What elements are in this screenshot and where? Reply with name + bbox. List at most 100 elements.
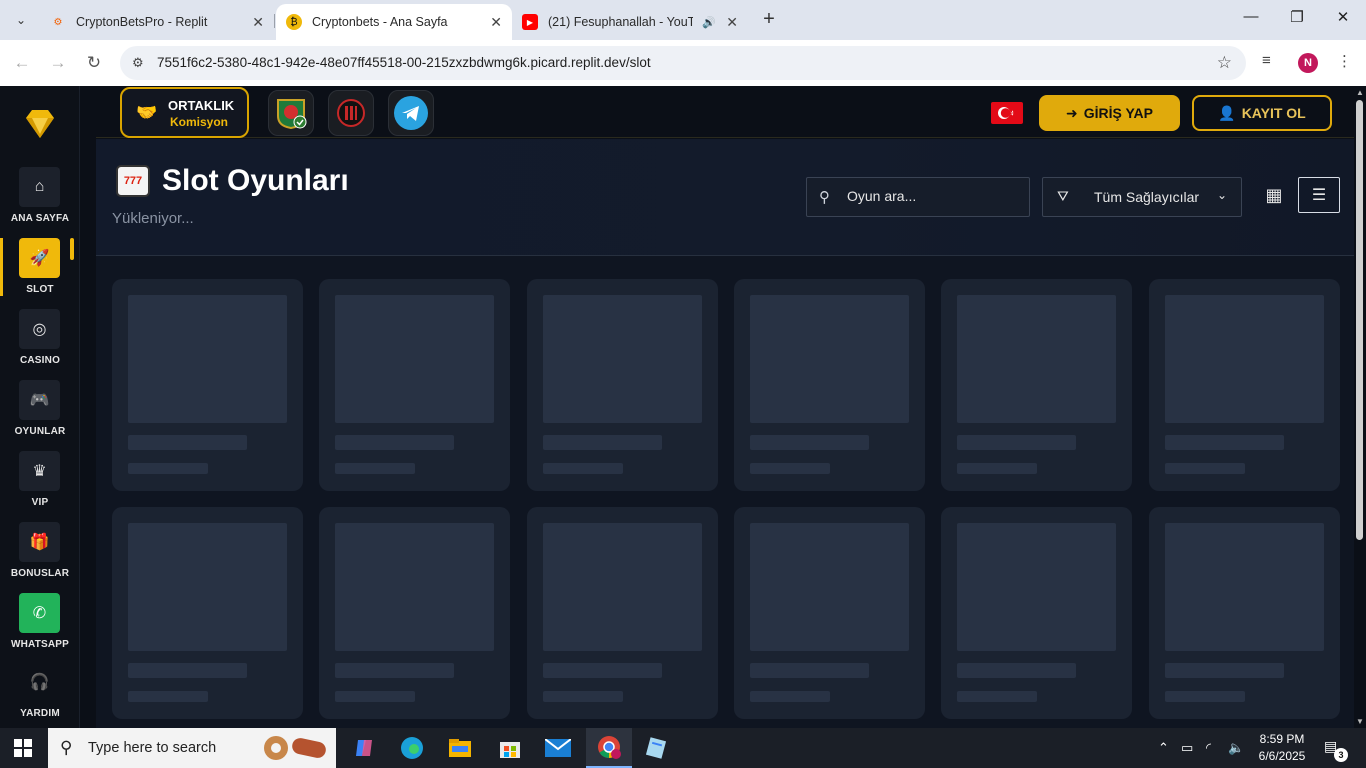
content-header: 777 Slot Oyunları Yükleniyor... ⚲ ⛛ Tüm … <box>96 139 1354 256</box>
close-icon[interactable]: ✕ <box>490 14 502 31</box>
register-button[interactable]: 👤 KAYIT OL <box>1192 95 1332 131</box>
sidebar-item-casino[interactable]: ◎ CASINO <box>0 309 80 369</box>
skeleton-line <box>128 463 208 474</box>
partner-commission-button[interactable]: 🤝 ORTAKLIK Komisyon <box>120 87 249 138</box>
game-card-skeleton <box>941 279 1132 491</box>
gamepad-icon: 🎮 <box>19 380 60 420</box>
close-icon[interactable]: ✕ <box>726 14 738 31</box>
battery-icon[interactable]: ▭ <box>1181 740 1193 756</box>
microsoft-store-icon[interactable] <box>496 734 524 762</box>
scroll-down-icon[interactable]: ▼ <box>1356 717 1364 726</box>
login-button[interactable]: ➜ GİRİŞ YAP <box>1039 95 1180 131</box>
menu-dots-icon[interactable]: ⋮ <box>1337 52 1352 70</box>
chrome-taskbar-button[interactable] <box>586 728 632 768</box>
url-text: 7551f6c2-5380-48c1-942e-48e07ff45518-00-… <box>157 55 651 70</box>
tray-chevron-icon[interactable]: ⌃ <box>1158 740 1169 756</box>
restore-icon[interactable]: ❐ <box>1286 8 1308 26</box>
sidebar-item-label: WHATSAPP <box>10 639 70 650</box>
sidebar-item-bonuslar[interactable]: 🎁 BONUSLAR <box>0 522 80 582</box>
team-badge-button[interactable] <box>268 90 314 136</box>
media-control-icon[interactable]: ≡ <box>1262 52 1271 69</box>
game-card-skeleton <box>941 507 1132 719</box>
back-arrow-icon[interactable]: ← <box>11 52 33 74</box>
turkey-flag-icon[interactable] <box>991 102 1023 124</box>
page-scrollbar[interactable]: ▲ ▼ <box>1354 86 1366 728</box>
sidebar-item-whatsapp[interactable]: ✆ WHATSAPP <box>0 593 80 653</box>
skeleton-image <box>543 523 702 651</box>
skeleton-image <box>957 523 1116 651</box>
taskbar-clock[interactable]: 8:59 PM 6/6/2025 <box>1254 731 1310 765</box>
new-tab-button[interactable]: + <box>758 8 780 30</box>
sidebar-item-slot[interactable]: 🚀 SLOT <box>0 238 80 298</box>
whatsapp-icon: ✆ <box>19 593 60 633</box>
skeleton-line <box>543 691 623 702</box>
browser-tab-strip: ⌄ ⚙ CryptonBetsPro - Replit ✕ ₿ Cryptonb… <box>0 0 1366 40</box>
sidebar-item-yardim[interactable]: 🎧 YARDIM <box>0 662 80 722</box>
partner-title: ORTAKLIK <box>168 98 235 113</box>
skeleton-line <box>543 463 623 474</box>
volume-icon[interactable]: 🔈 <box>1228 740 1244 756</box>
skeleton-line <box>957 691 1037 702</box>
tab-youtube[interactable]: ▶ (21) Fesuphanallah - YouTube 🔊 ✕ <box>512 4 748 40</box>
tab-cryptonbets[interactable]: ₿ Cryptonbets - Ana Sayfa ✕ <box>276 4 512 40</box>
skeleton-line <box>543 435 662 450</box>
skeleton-line <box>335 435 454 450</box>
sidebar-item-ana-sayfa[interactable]: ⌂ ANA SAYFA <box>0 167 80 227</box>
tab-search-button[interactable]: ⌄ <box>8 8 34 32</box>
speaker-icon[interactable]: 🔊 <box>702 16 716 29</box>
close-icon[interactable]: ✕ <box>252 14 264 31</box>
sidebar-item-label: SLOT <box>26 284 54 295</box>
skeleton-image <box>750 295 909 423</box>
file-explorer-icon[interactable] <box>446 734 474 762</box>
scrollbar-thumb[interactable] <box>1356 100 1363 540</box>
taskbar-search[interactable]: ⚲ Type here to search <box>48 728 336 768</box>
skeleton-image <box>128 523 287 651</box>
sidebar-item-vip[interactable]: ♛ VIP <box>0 451 80 511</box>
edge-icon[interactable] <box>398 734 426 762</box>
ac-milan-badge-button[interactable] <box>328 90 374 136</box>
wifi-icon[interactable]: ◜ <box>1206 740 1211 756</box>
notepad-icon[interactable] <box>642 734 670 762</box>
telegram-button[interactable] <box>388 90 434 136</box>
skeleton-line <box>128 435 247 450</box>
reload-icon[interactable]: ↻ <box>83 52 105 74</box>
cryptonbets-favicon-icon: ₿ <box>286 14 302 30</box>
skeleton-line <box>128 691 208 702</box>
tab-separator <box>274 14 275 28</box>
skeleton-image <box>543 295 702 423</box>
clock-date: 6/6/2025 <box>1258 749 1306 763</box>
sidebar-item-oyunlar[interactable]: 🎮 OYUNLAR <box>0 380 80 440</box>
login-label: GİRİŞ YAP <box>1083 105 1153 121</box>
mail-icon[interactable] <box>544 734 572 762</box>
forward-arrow-icon[interactable]: → <box>47 52 69 74</box>
windows-taskbar: ⚲ Type here to search ⌃ ▭ ◜ 🔈 8:59 PM 6/… <box>0 728 1366 768</box>
copilot-icon[interactable] <box>350 734 378 762</box>
scroll-up-icon[interactable]: ▲ <box>1356 88 1364 97</box>
search-highlight-icon <box>264 736 326 760</box>
notification-count: 3 <box>1334 748 1348 762</box>
milan-crest-icon <box>337 99 365 127</box>
filter-icon: ⛛ <box>1057 188 1069 204</box>
tab-replit[interactable]: ⚙ CryptonBetsPro - Replit ✕ <box>40 4 274 40</box>
provider-select[interactable]: ⛛ Tüm Sağlayıcılar ⌄ <box>1042 177 1242 217</box>
address-bar[interactable]: ⚙ 7551f6c2-5380-48c1-942e-48e07ff45518-0… <box>120 46 1246 80</box>
browser-toolbar: ← → ↻ ⚙ 7551f6c2-5380-48c1-942e-48e07ff4… <box>0 40 1366 86</box>
skeleton-line <box>335 463 415 474</box>
window-close-icon[interactable]: ✕ <box>1332 8 1354 26</box>
grid-view-icon[interactable]: ▦ <box>1260 177 1288 213</box>
skeleton-line <box>750 435 869 450</box>
skeleton-image <box>957 295 1116 423</box>
diamond-logo-icon[interactable] <box>20 104 60 144</box>
search-input[interactable] <box>847 188 1017 204</box>
list-view-icon[interactable]: ☰ <box>1298 177 1340 213</box>
profile-avatar[interactable]: N <box>1298 53 1318 73</box>
minimize-icon[interactable]: — <box>1240 8 1262 25</box>
windows-start-icon[interactable] <box>14 739 32 757</box>
club-shield-icon <box>277 99 307 130</box>
sidebar-item-label: BONUSLAR <box>10 568 70 579</box>
skeleton-line <box>750 663 869 678</box>
web-page: ⌂ ANA SAYFA 🚀 SLOT ◎ CASINO 🎮 OYUNLAR ♛ … <box>0 86 1366 728</box>
site-info-icon[interactable]: ⚙ <box>132 55 144 71</box>
main-content: 777 Slot Oyunları Yükleniyor... ⚲ ⛛ Tüm … <box>96 139 1354 728</box>
bookmark-star-icon[interactable]: ☆ <box>1217 53 1232 73</box>
